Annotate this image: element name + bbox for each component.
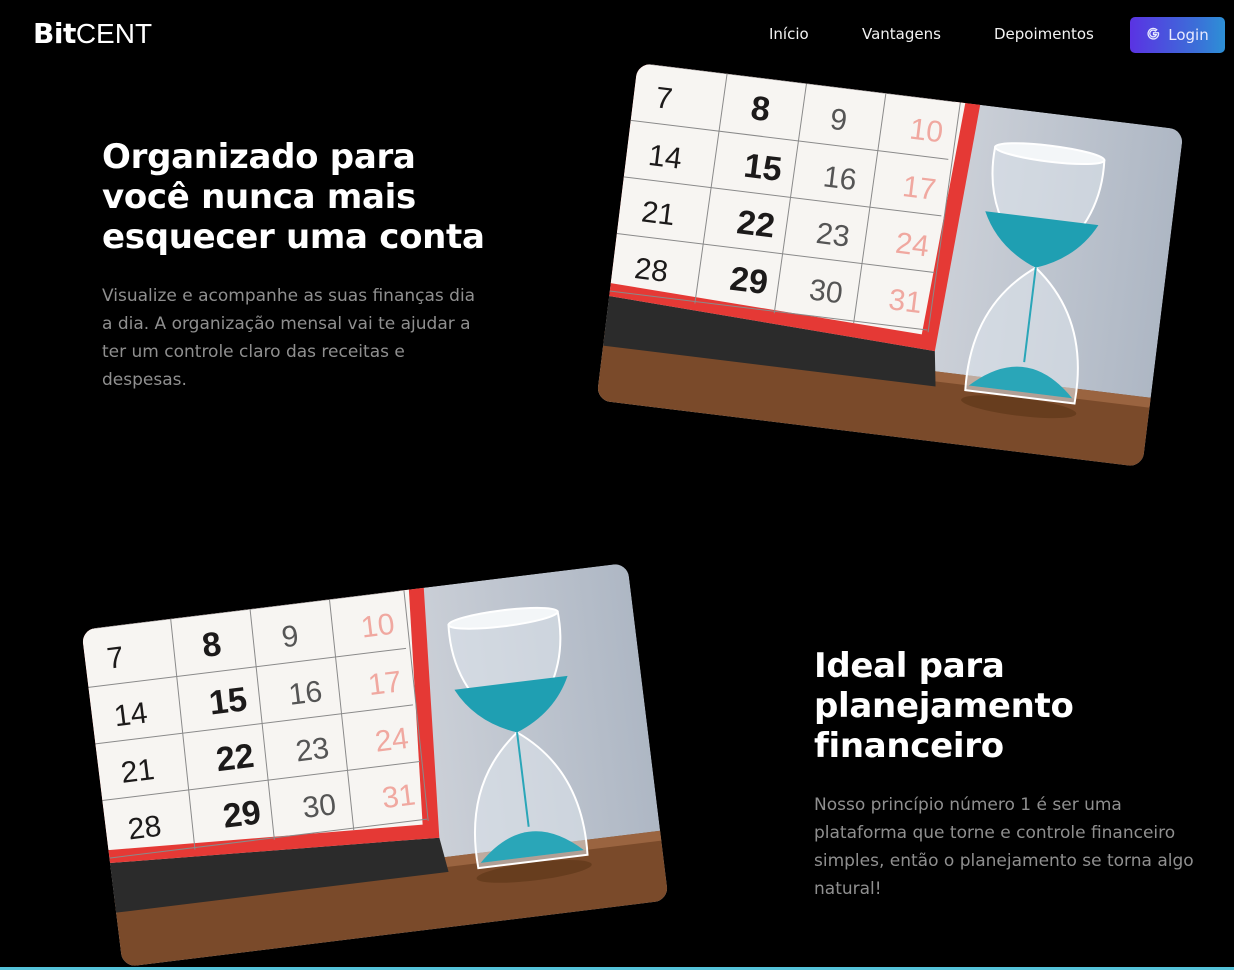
logo-light-text: CENT bbox=[75, 18, 153, 49]
title-line: financeiro bbox=[814, 726, 1004, 766]
paragraph-line: Nosso princípio número 1 é ser uma bbox=[814, 795, 1122, 815]
nav-link-depoimentos[interactable]: Depoimentos bbox=[994, 24, 1094, 44]
calendar-number: 16 bbox=[287, 675, 324, 712]
calendar-number: 29 bbox=[221, 793, 263, 835]
calendar-number: 23 bbox=[814, 217, 851, 254]
logo-bold-text: Bit bbox=[33, 17, 76, 50]
calendar-number: 28 bbox=[633, 252, 670, 289]
calendar-number: 14 bbox=[647, 139, 684, 176]
calendar-number: 31 bbox=[380, 778, 417, 815]
calendar-number: 22 bbox=[735, 203, 777, 245]
calendar-number: 17 bbox=[366, 665, 403, 702]
calendar-number: 10 bbox=[359, 608, 396, 645]
calendar-number: 15 bbox=[742, 147, 784, 189]
nav-link-vantagens[interactable]: Vantagens bbox=[862, 24, 941, 44]
paragraph-line: despesas. bbox=[102, 370, 187, 390]
brand-logo[interactable]: BitCENT bbox=[33, 16, 152, 52]
nav-link-inicio[interactable]: Início bbox=[769, 24, 809, 44]
title-line: Ideal para bbox=[814, 646, 1005, 686]
calendar-number: 29 bbox=[728, 260, 770, 302]
title-line: Organizado para bbox=[102, 137, 416, 177]
title-line: esquecer uma conta bbox=[102, 217, 485, 257]
calendar-number: 16 bbox=[821, 160, 858, 197]
calendar-number: 24 bbox=[894, 227, 931, 264]
section-2-title: Ideal para planejamento financeiro bbox=[814, 646, 1074, 766]
calendar-number: 23 bbox=[294, 732, 331, 769]
section-1-title: Organizado para você nunca mais esquecer… bbox=[102, 137, 485, 257]
calendar-number: 31 bbox=[887, 283, 924, 320]
calendar-number: 21 bbox=[119, 753, 156, 790]
title-line: planejamento bbox=[814, 686, 1074, 726]
calendar-number: 10 bbox=[908, 113, 945, 150]
calendar-number: 21 bbox=[640, 195, 677, 232]
paragraph-line: plataforma que torne e controle financei… bbox=[814, 823, 1176, 843]
section-2-description: Nosso princípio número 1 é ser uma plata… bbox=[814, 791, 1194, 903]
paragraph-line: a dia. A organização mensal vai te ajuda… bbox=[102, 314, 471, 334]
calendar-number: 24 bbox=[373, 722, 410, 759]
title-line: você nunca mais bbox=[102, 177, 416, 217]
calendar-number: 22 bbox=[214, 737, 256, 779]
calendar-number: 15 bbox=[207, 680, 249, 722]
calendar-number: 30 bbox=[301, 788, 338, 825]
section-1-description: Visualize e acompanhe as suas finanças d… bbox=[102, 282, 475, 394]
calendar-hourglass-photo: 7 8 9 10 14 15 16 17 21 22 23 24 28 29 30 31 bbox=[596, 62, 1184, 468]
google-g-icon bbox=[1146, 26, 1161, 45]
calendar-number: 28 bbox=[126, 810, 163, 847]
login-button[interactable]: Login bbox=[1130, 17, 1225, 53]
paragraph-line: simples, então o planejamento se torna a… bbox=[814, 851, 1194, 871]
paragraph-line: ter um controle claro das receitas e bbox=[102, 342, 405, 362]
paragraph-line: Visualize e acompanhe as suas finanças d… bbox=[102, 286, 476, 306]
calendar-number: 30 bbox=[807, 273, 844, 310]
login-label: Login bbox=[1168, 26, 1209, 44]
calendar-hourglass-photo: 7 8 9 10 14 15 16 17 21 22 23 24 28 29 30 31 bbox=[81, 562, 669, 968]
paragraph-line: natural! bbox=[814, 879, 882, 899]
calendar-number: 17 bbox=[901, 170, 938, 207]
calendar-number: 14 bbox=[112, 696, 149, 733]
